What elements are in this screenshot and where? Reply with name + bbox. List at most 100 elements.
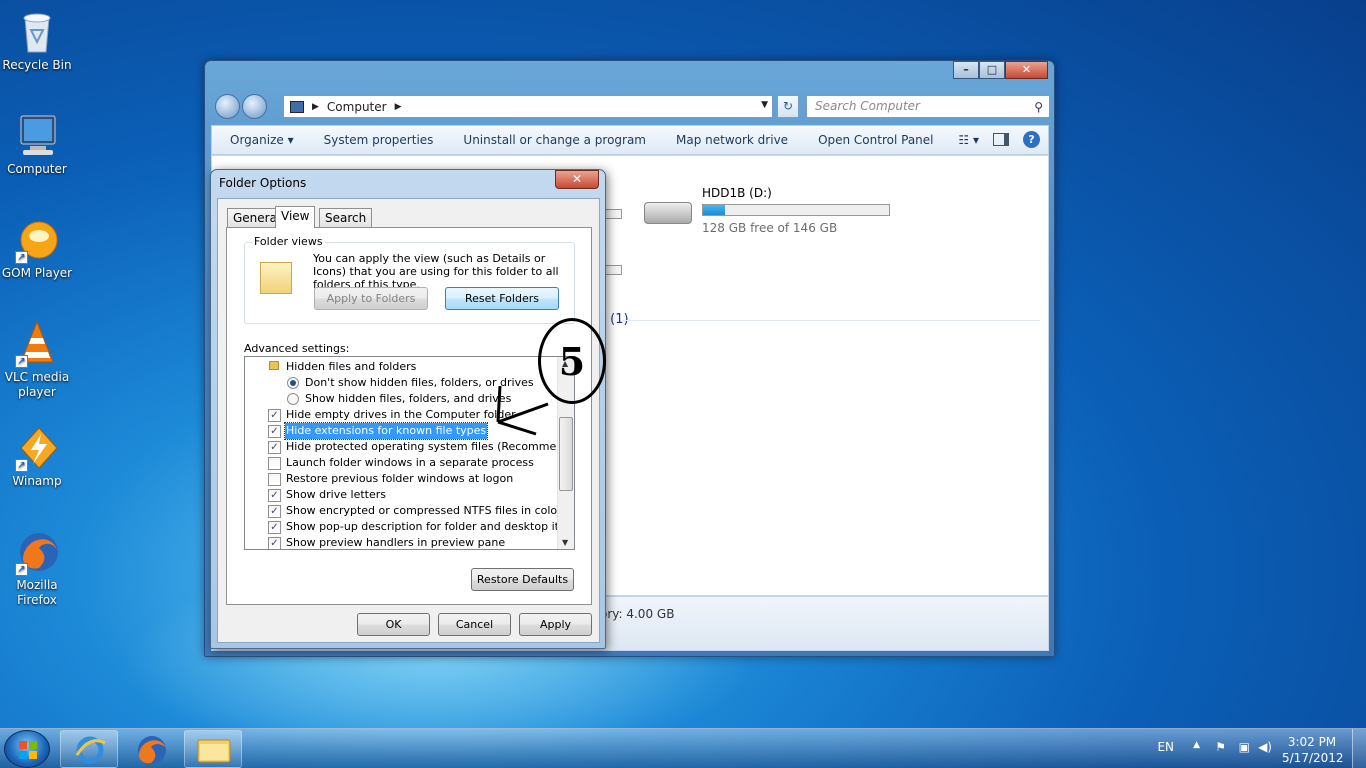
forward-button[interactable] — [242, 94, 267, 119]
setting-hidden-files-folder: Hidden files and folders — [245, 359, 555, 375]
open-control-panel-button[interactable]: Open Control Panel — [803, 133, 948, 147]
setting-label: Restore previous folder windows at logon — [286, 472, 514, 485]
window-controls: – □ ✕ — [953, 61, 1048, 79]
desktop-icon-label: Winamp — [12, 474, 62, 488]
desktop-icon-recycle-bin[interactable]: Recycle Bin — [0, 8, 74, 73]
setting-show-drive-letters[interactable]: ✓ Show drive letters — [245, 487, 555, 503]
setting-label: Show hidden files, folders, and drives — [305, 392, 512, 405]
folder-views-description: You can apply the view (such as Details … — [313, 252, 559, 291]
setting-label: Show drive letters — [286, 488, 386, 501]
tab-view[interactable]: View — [275, 206, 316, 228]
checkbox-checked-icon[interactable]: ✓ — [268, 489, 281, 502]
shortcut-arrow-icon: ↗ — [15, 563, 28, 576]
checkbox-unchecked-icon[interactable] — [268, 473, 281, 486]
drive-name: HDD1B (D:) — [702, 186, 772, 200]
setting-preview-handlers[interactable]: ✓ Show preview handlers in preview pane — [245, 535, 555, 549]
address-bar[interactable]: ▶ Computer ▶ ▼ — [283, 95, 773, 118]
setting-popup-description[interactable]: ✓ Show pop-up description for folder and… — [245, 519, 574, 535]
shortcut-arrow-icon: ↗ — [15, 459, 28, 472]
checkbox-checked-icon[interactable]: ✓ — [268, 521, 281, 534]
checkbox-checked-icon[interactable]: ✓ — [268, 537, 281, 549]
checkbox-unchecked-icon[interactable] — [268, 457, 281, 470]
tab-search[interactable]: Search — [319, 208, 373, 227]
clock[interactable]: 3:02 PM 5/17/2012 — [1282, 734, 1344, 766]
show-hidden-icons-icon[interactable]: ▲ — [1193, 740, 1200, 750]
close-button[interactable]: ✕ — [1005, 61, 1048, 79]
organize-button[interactable]: Organize ▾ — [212, 133, 309, 147]
uninstall-program-button[interactable]: Uninstall or change a program — [448, 133, 661, 147]
help-icon[interactable]: ? — [1023, 131, 1040, 148]
restore-defaults-button[interactable]: Restore Defaults — [471, 568, 574, 591]
language-indicator[interactable]: EN — [1157, 740, 1174, 754]
search-input[interactable]: Search Computer ⚲ — [806, 95, 1050, 118]
folder-views-icon — [260, 262, 292, 294]
volume-icon[interactable]: ◀) — [1258, 740, 1272, 754]
apply-button[interactable]: Apply — [519, 613, 592, 636]
desktop-icon-winamp[interactable]: ↗ Winamp — [0, 424, 74, 489]
section-divider — [622, 320, 1040, 321]
taskbar-internet-explorer[interactable] — [60, 730, 118, 768]
desktop-icon-label: VLC media player — [4, 370, 70, 399]
show-desktop-button[interactable] — [1352, 729, 1366, 768]
clock-date: 5/17/2012 — [1282, 751, 1344, 765]
checkbox-checked-icon[interactable]: ✓ — [268, 425, 281, 438]
start-button[interactable] — [4, 730, 50, 768]
breadcrumb-arrow-icon: ▶ — [312, 101, 319, 112]
search-icon[interactable]: ⚲ — [1034, 97, 1043, 118]
folder-icon — [269, 361, 279, 370]
desktop-icon-vlc[interactable]: ↗ VLC media player — [0, 320, 74, 400]
drive-usage-fill — [703, 205, 726, 215]
cancel-button[interactable]: Cancel — [438, 613, 511, 636]
setting-restore-windows[interactable]: Restore previous folder windows at logon — [245, 471, 555, 487]
radio-unchecked-icon[interactable] — [287, 393, 299, 405]
setting-label: Hide extensions for known file types — [283, 422, 489, 440]
back-button[interactable] — [215, 94, 240, 119]
preview-pane-icon[interactable] — [993, 133, 1009, 146]
advanced-settings-label: Advanced settings: — [244, 342, 350, 355]
taskbar-windows-explorer[interactable] — [184, 730, 242, 768]
setting-label: Show pop-up description for folder and d… — [286, 520, 575, 533]
radio-checked-icon[interactable] — [287, 377, 299, 389]
action-center-flag-icon[interactable]: ⚑ — [1215, 740, 1226, 754]
refresh-button[interactable]: ↻ — [777, 95, 799, 118]
minimize-button[interactable]: – — [953, 61, 979, 79]
checkbox-checked-icon[interactable]: ✓ — [268, 505, 281, 518]
shortcut-arrow-icon: ↗ — [15, 355, 28, 368]
shortcut-arrow-icon: ↗ — [15, 251, 28, 264]
reset-folders-button[interactable]: Reset Folders — [445, 287, 559, 310]
setting-hide-protected-files[interactable]: ✓ Hide protected operating system files … — [245, 439, 574, 455]
ok-button[interactable]: OK — [357, 613, 430, 636]
breadcrumb-arrow-icon[interactable]: ▶ — [395, 102, 402, 112]
change-view-icon[interactable]: ☷ ▾ — [958, 133, 979, 147]
map-network-drive-button[interactable]: Map network drive — [661, 133, 803, 147]
setting-separate-process[interactable]: Launch folder windows in a separate proc… — [245, 455, 555, 471]
desktop-icon-label: Computer — [7, 162, 67, 176]
checkbox-checked-icon[interactable]: ✓ — [268, 409, 281, 422]
firefox-icon: ↗ — [13, 528, 61, 576]
folder-views-group: Folder views You can apply the view (suc… — [244, 235, 575, 324]
system-properties-button[interactable]: System properties — [309, 133, 449, 147]
network-icon[interactable]: ▣ — [1239, 740, 1250, 754]
breadcrumb-computer[interactable]: Computer — [327, 100, 387, 114]
desktop-icon-label: GOM Player — [1, 266, 73, 280]
dialog-close-button[interactable]: ✕ — [555, 170, 599, 189]
dialog-title: Folder Options — [219, 176, 307, 190]
memory-info: ory: 4.00 GB — [600, 607, 675, 621]
search-placeholder: Search Computer — [815, 99, 920, 113]
desktop-icon-firefox[interactable]: ↗ Mozilla Firefox — [0, 528, 74, 608]
address-dropdown-icon[interactable]: ▼ — [761, 100, 768, 110]
apply-to-folders-button[interactable]: Apply to Folders — [314, 287, 428, 310]
drive-usage-bar — [702, 204, 890, 216]
checkbox-checked-icon[interactable]: ✓ — [268, 441, 281, 454]
desktop-icon-gom-player[interactable]: ↗ GOM Player — [0, 216, 74, 281]
toolbar-right: ☷ ▾ ? — [958, 131, 1040, 148]
maximize-button[interactable]: □ — [979, 61, 1005, 79]
scroll-down-icon[interactable]: ▼ — [562, 538, 568, 547]
winamp-icon: ↗ — [13, 424, 61, 472]
scroll-thumb[interactable] — [559, 417, 573, 491]
desktop-icon-computer[interactable]: Computer — [0, 112, 74, 177]
taskbar-firefox[interactable] — [122, 730, 180, 768]
clock-time: 3:02 PM — [1287, 735, 1337, 749]
setting-ntfs-color[interactable]: ✓ Show encrypted or compressed NTFS file… — [245, 503, 562, 519]
recycle-bin-icon — [13, 8, 61, 56]
